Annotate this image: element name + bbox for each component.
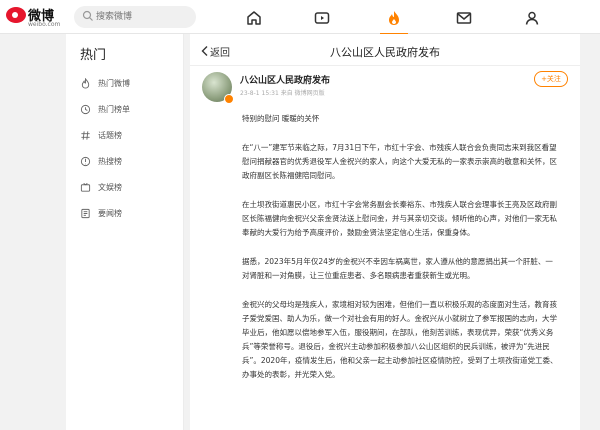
- sidebar-item-label: 要闻榜: [98, 208, 122, 218]
- search-icon: [82, 10, 93, 21]
- weibo-eye-icon: [6, 7, 26, 23]
- post-paragraph: 据悉，2023年5月年仅24岁的金祝兴不幸因车祸离世，家人遵从他的意愿捐出其一个…: [242, 257, 553, 280]
- top-nav-bar: 微博 weibo.com: [0, 0, 600, 35]
- sidebar-item-label: 热搜榜: [98, 156, 122, 166]
- weibo-logo[interactable]: 微博 weibo.com: [6, 5, 70, 31]
- sidebar-item-label: 文娱榜: [98, 182, 122, 192]
- home-icon: [247, 11, 261, 25]
- fire-icon: [81, 77, 90, 89]
- hot-flame-icon: [389, 11, 399, 25]
- sidebar-item-topics[interactable]: 话题榜: [80, 126, 176, 144]
- entertainment-icon: [80, 182, 91, 192]
- sidebar-item-label: 热门微博: [98, 78, 130, 88]
- nav-video-button[interactable]: [308, 6, 336, 30]
- news-icon: [81, 208, 90, 218]
- post-paragraph: 在土坝孜街道惠民小区，市红十字会常务副会长秦裕东、市残疾人联合会理事长王亮及区政…: [242, 200, 557, 237]
- follow-button[interactable]: +关注: [534, 71, 568, 87]
- sidebar-item-entertainment[interactable]: 文娱榜: [80, 178, 176, 196]
- brand-domain: weibo.com: [28, 21, 61, 28]
- nav-profile-button[interactable]: [518, 6, 546, 30]
- hashtag-icon: [81, 130, 90, 140]
- post-body: 特别的慰问 暖暖的关怀 在“八一”建军节来临之际，7月31日下午，市红十字会、市…: [242, 112, 560, 397]
- page-title: 八公山区人民政府发布: [330, 46, 440, 59]
- sidebar-item-label: 话题榜: [98, 130, 122, 140]
- sidebar-item-news[interactable]: 要闻榜: [80, 204, 176, 222]
- sidebar: 热门 热门微博 热门榜单 话题榜 热搜榜 文娱榜 要闻榜: [66, 34, 184, 430]
- post-paragraph: 特别的慰问 暖暖的关怀: [242, 114, 320, 123]
- sidebar-item-label: 热门榜单: [98, 104, 130, 114]
- sidebar-item-hot-list[interactable]: 热门榜单: [80, 100, 176, 118]
- message-icon: [456, 12, 472, 24]
- post-paragraph: 金祝兴的父母均是残疾人，家境相对较为困难，但他们一直以积极乐观的态度面对生活，教…: [242, 300, 558, 379]
- search-input[interactable]: [96, 9, 190, 25]
- detail-header: 返回 八公山区人民政府发布: [190, 34, 580, 66]
- hotsearch-icon: [80, 156, 91, 166]
- nav-hot-button[interactable]: [380, 6, 408, 35]
- nav-home-button[interactable]: [240, 6, 268, 30]
- author-name[interactable]: 八公山区人民政府发布: [240, 73, 330, 86]
- post-paragraph: 在“八一”建军节来临之际，7月31日下午，市红十字会、市残疾人联合会负责同志来到…: [242, 143, 557, 180]
- sidebar-item-hot-weibo[interactable]: 热门微博: [80, 74, 176, 92]
- list-icon: [80, 104, 91, 114]
- sidebar-title: 热门: [80, 48, 107, 63]
- profile-icon: [525, 11, 539, 25]
- post-detail-panel: 返回 八公山区人民政府发布 八公山区人民政府发布 23-8-1 15:31 来自…: [190, 34, 580, 430]
- verified-badge-icon: [224, 94, 234, 104]
- video-icon: [314, 12, 330, 24]
- sidebar-item-hot-search[interactable]: 热搜榜: [80, 152, 176, 170]
- nav-message-button[interactable]: [450, 6, 478, 30]
- search-box[interactable]: [74, 6, 196, 28]
- post-meta: 23-8-1 15:31 来自 微博网页版: [240, 90, 325, 97]
